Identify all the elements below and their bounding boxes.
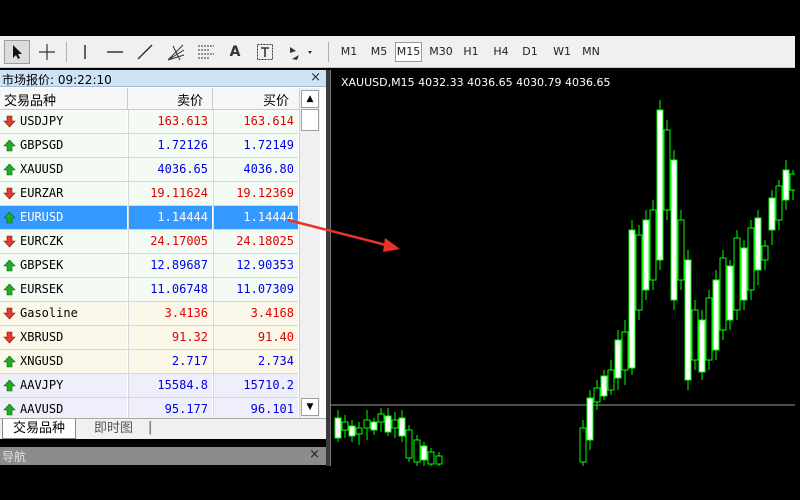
annotation-arrow-layer [287, 218, 400, 252]
annotation-arrow [287, 218, 400, 252]
window-edge [795, 36, 800, 466]
